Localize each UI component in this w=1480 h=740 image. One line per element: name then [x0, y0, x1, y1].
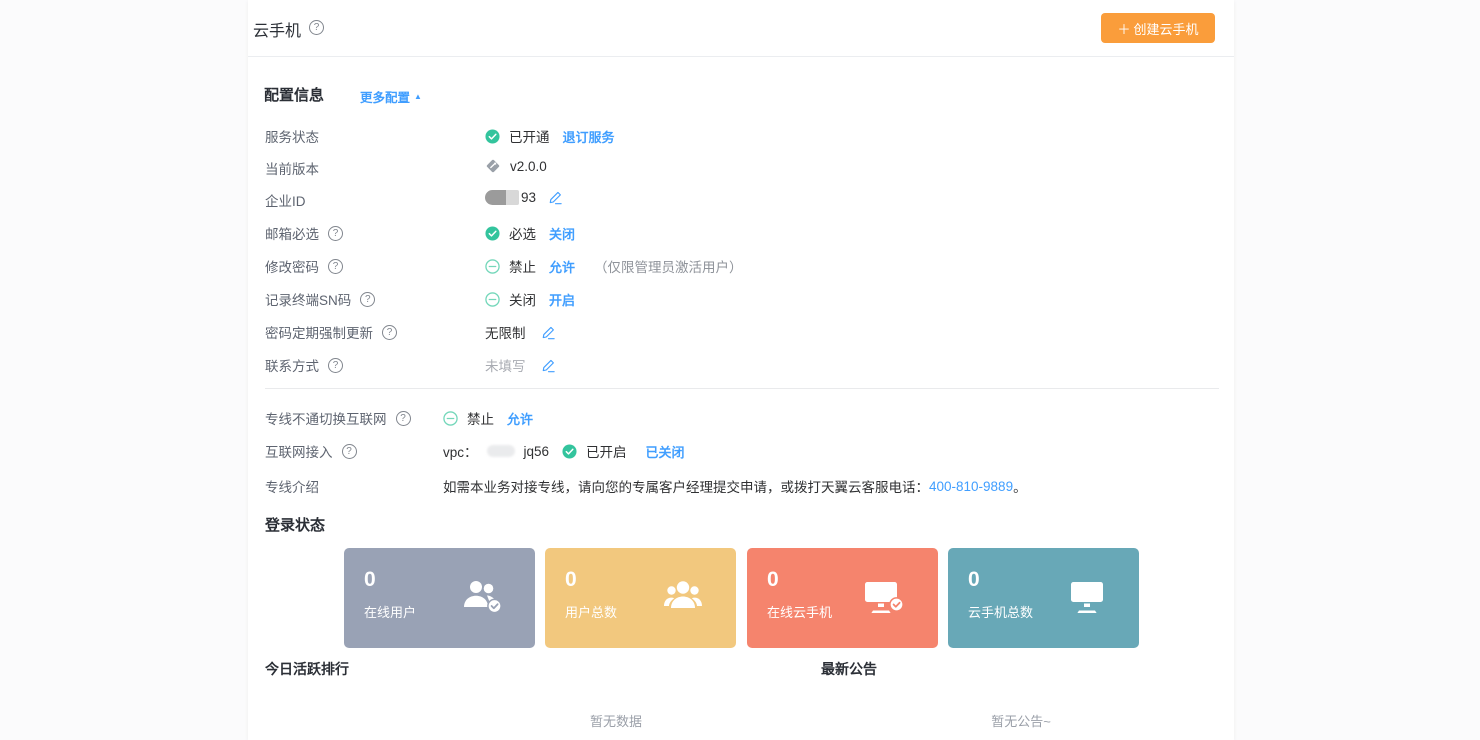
row-enterprise-id: 企业ID 93 [0, 190, 1480, 210]
redacted-vpc-id [487, 445, 515, 457]
stat-value: 0 [968, 568, 980, 592]
line-intro-period: 。 [1013, 476, 1027, 496]
help-icon[interactable]: ? [328, 259, 343, 274]
stat-label: 云手机总数 [968, 602, 1033, 621]
row-line-switch: 专线不通切换互联网? 禁止 允许 [0, 408, 1480, 428]
config-section-title: 配置信息 [264, 84, 324, 105]
edit-pencil-icon[interactable] [541, 358, 556, 373]
no-announcement-text: 暂无公告~ [991, 711, 1051, 730]
stat-card-total-phones: 0 云手机总数 [948, 548, 1139, 648]
row-line-intro: 专线介绍 如需本业务对接专线，请向您的专属客户经理提交申请，或拨打天翼云客服电话… [0, 476, 1480, 496]
internet-status-value: 已开启 [586, 441, 627, 461]
page: 云手机 ? ＋创建云手机 配置信息 更多配置▲ 服务状态 已开通 退订服务 当前… [0, 0, 1480, 740]
line-switch-value: 禁止 [467, 408, 494, 428]
chevron-up-icon: ▲ [414, 93, 422, 101]
stat-label: 在线云手机 [767, 602, 832, 621]
active-ranking-title: 今日活跃排行 [265, 659, 349, 679]
change-password-note: （仅限管理员激活用户） [594, 256, 743, 276]
stat-value: 0 [767, 568, 779, 592]
unsubscribe-service-link[interactable]: 退订服务 [563, 127, 615, 146]
email-required-close-link[interactable]: 关闭 [549, 224, 575, 243]
section-divider [265, 388, 1219, 389]
stat-label: 在线用户 [364, 602, 416, 621]
row-change-password: 修改密码? 禁止 允许 （仅限管理员激活用户） [0, 256, 1480, 276]
help-icon[interactable]: ? [328, 226, 343, 241]
create-cloud-phone-button[interactable]: ＋创建云手机 [1101, 13, 1215, 43]
vpc-prefix: vpc： [443, 441, 478, 461]
stat-value: 0 [364, 568, 376, 592]
row-current-version: 当前版本 v2.0.0 [0, 158, 1480, 178]
monitor-icon [1067, 578, 1107, 614]
help-icon[interactable]: ? [342, 444, 357, 459]
email-required-value: 必选 [509, 223, 536, 243]
enterprise-id-value: 93 [521, 190, 536, 205]
announcements-title: 最新公告 [821, 659, 877, 679]
check-circle-icon [485, 226, 500, 241]
line-switch-allow-link[interactable]: 允许 [507, 409, 533, 428]
vpc-value: jq56 [524, 444, 550, 459]
no-data-text: 暂无数据 [590, 711, 642, 730]
version-value: v2.0.0 [510, 159, 547, 174]
stat-label: 用户总数 [565, 602, 617, 621]
change-password-allow-link[interactable]: 允许 [549, 257, 575, 276]
minus-circle-icon [485, 292, 500, 307]
users-check-icon [461, 578, 503, 614]
check-circle-icon [485, 129, 500, 144]
help-icon[interactable]: ? [382, 325, 397, 340]
minus-circle-icon [443, 411, 458, 426]
help-icon[interactable]: ? [328, 358, 343, 373]
row-contact: 联系方式? 未填写 [0, 355, 1480, 375]
version-icon [485, 158, 501, 174]
plus-icon: ＋ [1117, 19, 1130, 38]
record-sn-value: 关闭 [509, 289, 536, 309]
help-icon[interactable]: ? [396, 411, 411, 426]
stat-value: 0 [565, 568, 577, 592]
users-icon [662, 578, 704, 614]
page-title: 云手机 [253, 17, 301, 41]
contact-value: 未填写 [485, 355, 526, 375]
more-config-link[interactable]: 更多配置▲ [360, 87, 422, 106]
redacted-value [485, 190, 519, 205]
edit-pencil-icon[interactable] [548, 190, 563, 205]
stat-card-total-users: 0 用户总数 [545, 548, 736, 648]
row-record-sn: 记录终端SN码? 关闭 开启 [0, 289, 1480, 309]
help-icon[interactable]: ? [360, 292, 375, 307]
page-header [248, 0, 1234, 57]
check-circle-icon [562, 444, 577, 459]
row-email-required: 邮箱必选? 必选 关闭 [0, 223, 1480, 243]
row-internet-access: 互联网接入? vpc： jq56 已开启 已关闭 [0, 441, 1480, 461]
change-password-value: 禁止 [509, 256, 536, 276]
row-password-update: 密码定期强制更新? 无限制 [0, 322, 1480, 342]
row-service-status: 服务状态 已开通 退订服务 [0, 126, 1480, 146]
support-phone-link[interactable]: 400-810-9889 [929, 479, 1013, 494]
minus-circle-icon [485, 259, 500, 274]
line-intro-text: 如需本业务对接专线，请向您的专属客户经理提交申请，或拨打天翼云客服电话： [443, 476, 929, 496]
edit-pencil-icon[interactable] [541, 325, 556, 340]
internet-disable-link[interactable]: 已关闭 [646, 442, 685, 461]
password-update-value: 无限制 [485, 322, 526, 342]
service-status-value: 已开通 [509, 126, 550, 146]
login-status-title: 登录状态 [265, 514, 325, 535]
monitor-check-icon [862, 578, 906, 614]
stat-card-online-users: 0 在线用户 [344, 548, 535, 648]
stat-card-online-phones: 0 在线云手机 [747, 548, 938, 648]
help-icon[interactable]: ? [309, 20, 324, 35]
record-sn-enable-link[interactable]: 开启 [549, 290, 575, 309]
